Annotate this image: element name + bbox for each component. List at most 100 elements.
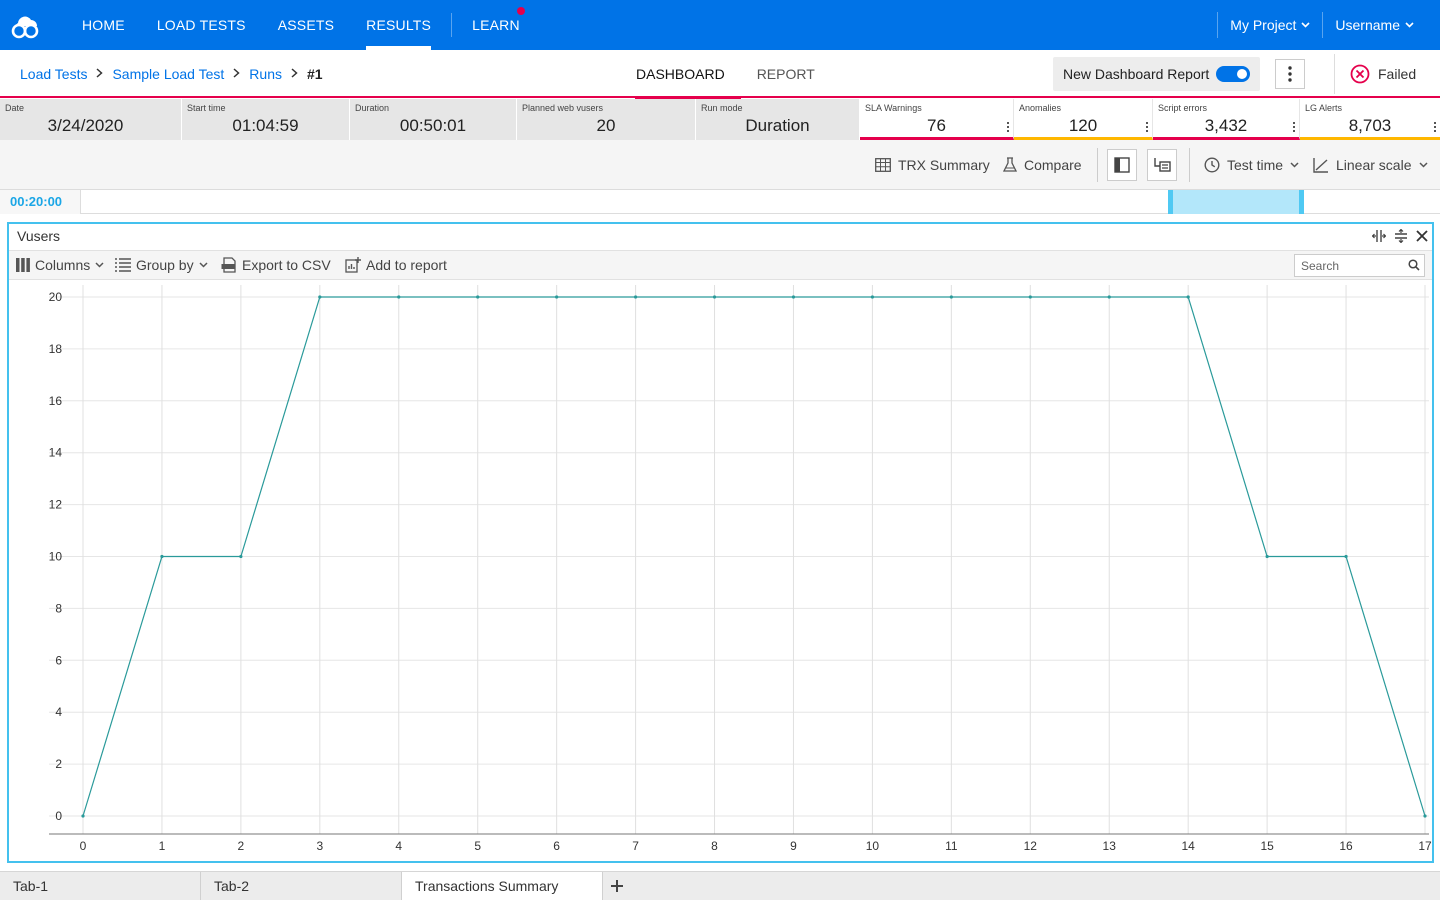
x-tick-label: 14	[1181, 839, 1195, 853]
expand-horizontal-icon[interactable]	[1372, 229, 1386, 243]
status-divider	[1334, 54, 1335, 94]
y-tick-label: 16	[49, 394, 63, 408]
x-tick-label: 7	[632, 839, 639, 853]
run-status-label: Failed	[1378, 66, 1417, 82]
y-tick-label: 2	[55, 757, 62, 771]
kpi-menu-icon[interactable]	[1293, 122, 1295, 134]
search-icon[interactable]	[1408, 259, 1420, 271]
expand-vertical-icon[interactable]	[1394, 229, 1408, 243]
table-icon	[875, 158, 891, 172]
add-to-report-button[interactable]: Add to report	[345, 251, 447, 279]
dashboard-toolbar: TRX Summary Compare Test time Linear sca…	[0, 140, 1440, 190]
x-tick-label: 6	[553, 839, 560, 853]
notification-dot-icon	[516, 7, 525, 15]
breadcrumb-runs[interactable]: Runs	[249, 66, 282, 82]
nav-home[interactable]: HOME	[66, 0, 141, 50]
kpi-menu-icon[interactable]	[1146, 122, 1148, 134]
y-tick-label: 10	[49, 550, 63, 564]
timeline-brush-handle[interactable]	[1168, 190, 1304, 214]
new-dashboard-report-toggle[interactable]	[1216, 66, 1250, 82]
add-tab-button[interactable]	[603, 872, 631, 900]
data-point	[1028, 295, 1032, 299]
kpi-script-errors-value: 3,432	[1204, 116, 1248, 135]
breadcrumb-load-tests[interactable]: Load Tests	[20, 66, 87, 82]
kpi-duration-value: 00:50:01	[399, 116, 467, 135]
project-dropdown[interactable]: My Project	[1217, 12, 1322, 38]
y-tick-label: 12	[49, 498, 63, 512]
kpi-date-label: Date	[5, 103, 25, 113]
x-tick-label: 3	[316, 839, 323, 853]
linear-scale-label: Linear scale	[1336, 157, 1412, 173]
widget-toolbar: Columns Group by Export to CSV Add to re…	[9, 250, 1432, 280]
data-point	[712, 295, 717, 299]
app-logo-icon[interactable]	[0, 0, 50, 50]
columns-icon	[16, 258, 30, 272]
test-time-dropdown[interactable]: Test time	[1204, 140, 1299, 190]
layout-options-button[interactable]	[1147, 149, 1177, 181]
data-point	[633, 295, 638, 299]
new-dashboard-report-toggle-box: New Dashboard Report	[1053, 57, 1260, 91]
tab-report[interactable]: REPORT	[741, 50, 831, 98]
tab-2[interactable]: Tab-2	[201, 872, 402, 900]
x-tick-label: 1	[159, 839, 166, 853]
widget-search-input[interactable]	[1295, 255, 1424, 276]
nav-learn-label: LEARN	[472, 17, 520, 33]
user-dropdown[interactable]: Username	[1322, 12, 1426, 38]
kpi-sla-warnings[interactable]: SLA Warnings 76	[860, 99, 1014, 140]
test-time-label: Test time	[1227, 157, 1284, 173]
toolbar-divider	[1097, 148, 1098, 182]
kpi-anomalies[interactable]: Anomalies 120	[1014, 99, 1153, 140]
kpi-menu-icon[interactable]	[1007, 122, 1009, 134]
trx-summary-button[interactable]: TRX Summary	[875, 140, 990, 190]
nav-assets[interactable]: ASSETS	[262, 0, 350, 50]
kpi-sla-warnings-value: 76	[927, 116, 946, 135]
compare-button[interactable]: Compare	[1003, 140, 1082, 190]
chevron-down-icon	[1301, 22, 1310, 28]
breadcrumb-current-run: #1	[306, 66, 323, 82]
breadcrumb-sample-load-test[interactable]: Sample Load Test	[112, 66, 224, 82]
linear-scale-dropdown[interactable]: Linear scale	[1313, 140, 1428, 190]
kpi-planned-vusers-value: 20	[596, 116, 616, 135]
x-tick-label: 12	[1024, 839, 1038, 853]
kpi-date-value: 3/24/2020	[47, 116, 124, 135]
chevron-right-icon	[291, 67, 298, 81]
chevron-down-icon	[95, 262, 104, 268]
group-list-icon	[115, 258, 131, 272]
nav-learn[interactable]: LEARN	[456, 0, 536, 50]
kpi-lg-alerts[interactable]: LG Alerts 8,703	[1300, 99, 1440, 140]
compare-label: Compare	[1024, 157, 1082, 173]
y-tick-label: 0	[55, 809, 62, 823]
export-csv-button[interactable]: Export to CSV	[221, 251, 331, 279]
kpi-duration: Duration 00:50:01	[350, 99, 517, 140]
tab-1[interactable]: Tab-1	[0, 872, 201, 900]
kpi-date: Date 3/24/2020	[0, 99, 182, 140]
group-by-label: Group by	[136, 257, 194, 273]
failed-status-icon	[1350, 64, 1370, 84]
columns-dropdown[interactable]: Columns	[16, 251, 104, 279]
widget-search	[1294, 254, 1425, 277]
nav-results[interactable]: RESULTS	[350, 0, 447, 50]
more-options-button[interactable]	[1275, 59, 1305, 89]
timeline-slider[interactable]: 00:20:00	[0, 190, 1440, 214]
nav-divider	[451, 13, 453, 37]
chevron-down-icon	[1418, 162, 1428, 168]
kpi-script-errors[interactable]: Script errors 3,432	[1153, 99, 1300, 140]
run-header: Load Tests Sample Load Test Runs #1 DASH…	[0, 50, 1440, 100]
tab-transactions-summary[interactable]: Transactions Summary	[402, 872, 603, 900]
vusers-line-chart: 024681012141618200 1 2 3 4 5 6 7 8 9 10 11 12 13 14 15 1…	[49, 285, 1432, 853]
run-status: Failed	[1350, 50, 1416, 98]
add-to-report-label: Add to report	[366, 257, 447, 273]
group-by-dropdown[interactable]: Group by	[115, 251, 208, 279]
y-tick-label: 4	[55, 705, 62, 719]
nav-load-tests[interactable]: LOAD TESTS	[141, 0, 262, 50]
kpi-planned-vusers: Planned web vusers 20	[517, 99, 696, 140]
kpi-menu-icon[interactable]	[1434, 122, 1436, 134]
y-tick-label: 6	[55, 653, 62, 667]
toggle-side-panel-button[interactable]	[1107, 149, 1137, 181]
data-point	[949, 295, 953, 299]
x-tick-label: 16	[1339, 839, 1353, 853]
kpi-anomalies-label: Anomalies	[1019, 103, 1062, 113]
toolbar-divider	[1189, 148, 1190, 182]
tab-dashboard[interactable]: DASHBOARD	[620, 50, 741, 100]
close-icon[interactable]	[1416, 230, 1428, 242]
